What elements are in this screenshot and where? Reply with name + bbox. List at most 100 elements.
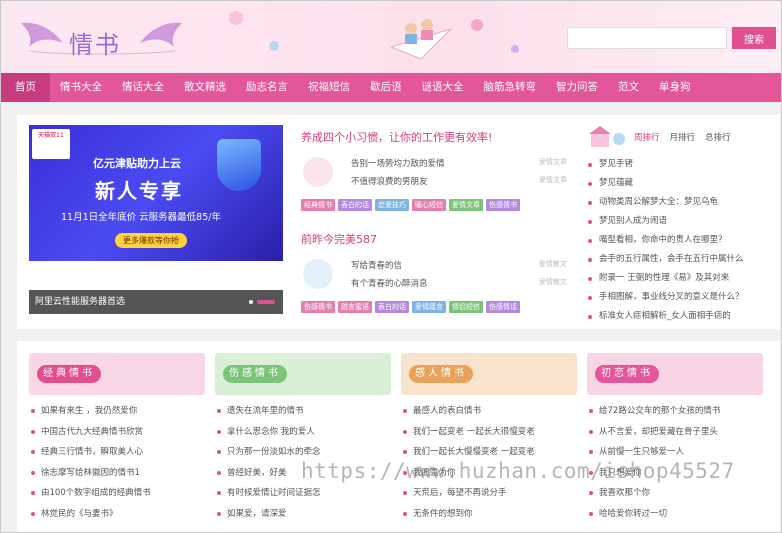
ranking-item[interactable]: 附录一 王弼的性理《易》及其对来 bbox=[585, 269, 775, 288]
category-item[interactable]: 拿什么思念你 我的爱人 bbox=[215, 422, 391, 443]
ranking-item[interactable]: 标准女人痣相解析_女人面相手痣的 bbox=[585, 307, 775, 326]
article-category[interactable]: 爱情文章 bbox=[539, 157, 567, 167]
article-thumbnail[interactable] bbox=[303, 259, 333, 289]
banner-cta-button[interactable]: 更多爆款等你抢 bbox=[115, 233, 187, 248]
category-item[interactable]: 我们一起变老 一起长大很慢变老 bbox=[401, 422, 577, 443]
category-item[interactable]: 经典三行情书，瞬取美人心 bbox=[29, 442, 205, 463]
search-input[interactable] bbox=[567, 27, 727, 49]
search-button[interactable]: 搜索 bbox=[732, 27, 776, 49]
category-column: 初恋情书 给72路公交车的那个女孩的情书 从不言爱，却把爱藏在骨子里头 从前慢一… bbox=[587, 353, 763, 524]
article-category[interactable]: 爱情散文 bbox=[539, 277, 567, 287]
category-item[interactable]: 如果有来生 ，我仍然爱你 bbox=[29, 401, 205, 422]
site-logo[interactable]: 情书 bbox=[19, 15, 184, 59]
tab-all-time[interactable]: 总排行 bbox=[700, 129, 736, 145]
banner-subtitle: 11月1日全年底价 云服务器最低85/年 bbox=[61, 212, 221, 223]
category-item[interactable]: 哈哈爱你转过一切 bbox=[587, 504, 763, 525]
logo-text: 情书 bbox=[69, 31, 121, 59]
heart-decoration-icon bbox=[229, 11, 243, 25]
ranking-item[interactable]: 会手的五行属性，会手在五行中属什么 bbox=[585, 250, 775, 269]
tag[interactable]: 表白的话 bbox=[338, 199, 372, 211]
article-title[interactable]: 前昨今完美587 bbox=[301, 231, 567, 249]
nav-item-singles[interactable]: 单身狗 bbox=[649, 73, 701, 102]
carousel-dot[interactable] bbox=[249, 300, 253, 304]
article-link[interactable]: 写给青春的信 bbox=[351, 259, 402, 271]
nav-item-greetings[interactable]: 祝福短信 bbox=[298, 73, 360, 102]
ranking-item[interactable]: 手相图解，事业线分叉的意义是什么？ bbox=[585, 288, 775, 307]
page-frame: 情书 搜索 首页 情书大全 情话大全 散文精选 励志名言 祝福短信 歇后语 谜语… bbox=[0, 0, 782, 533]
nav-item-xiehouyu[interactable]: 歇后语 bbox=[360, 73, 412, 102]
category-title[interactable]: 伤感情书 bbox=[223, 365, 287, 383]
ranking-item[interactable]: 梦见蕴藏 bbox=[585, 174, 775, 193]
category-item[interactable]: 我喜欢那个你 bbox=[587, 483, 763, 504]
watermark-text: https://www.huzhan.com/ishop45527 bbox=[301, 459, 735, 483]
tag[interactable]: 伤感情书 bbox=[486, 199, 520, 211]
tab-weekly[interactable]: 周排行 bbox=[629, 129, 665, 145]
category-title[interactable]: 初恋情书 bbox=[595, 365, 659, 383]
ranking-item[interactable]: 梦见手铐 bbox=[585, 155, 775, 174]
carousel-dot-active[interactable] bbox=[257, 300, 275, 304]
ranking-item[interactable]: 动物类周公解梦大全：梦见乌龟 bbox=[585, 193, 775, 212]
category-item[interactable]: 无条件的想到你 bbox=[401, 504, 577, 525]
tab-monthly[interactable]: 月排行 bbox=[665, 129, 701, 145]
category-list: 如果有来生 ，我仍然爱你 中国古代九大经典情书欣赏 经典三行情书，瞬取美人心 徐… bbox=[29, 401, 205, 524]
category-item[interactable]: 中国古代九大经典情书欣赏 bbox=[29, 422, 205, 443]
tag[interactable]: 情侣短信 bbox=[449, 301, 483, 313]
category-item[interactable]: 遗失在流年里的情书 bbox=[215, 401, 391, 422]
category-item[interactable]: 如果爱，请深爱 bbox=[215, 504, 391, 525]
article-link[interactable]: 不值得浪费的男朋友 bbox=[351, 175, 428, 187]
article-thumbnail[interactable] bbox=[303, 157, 333, 187]
article-link[interactable]: 有个青春的心醉消息 bbox=[351, 277, 428, 289]
article-block: 前昨今完美587 写给青春的信 爱情散文 有个青春的心醉消息 爱情散文 伤感情书… bbox=[301, 231, 567, 313]
tag[interactable]: 暖心短信 bbox=[412, 199, 446, 211]
tag[interactable]: 爱情文章 bbox=[449, 199, 483, 211]
nav-item-samples[interactable]: 范文 bbox=[608, 73, 649, 102]
category-title[interactable]: 经典情书 bbox=[37, 365, 101, 383]
tag[interactable]: 恋爱技巧 bbox=[375, 199, 409, 211]
banner-caption: 阿里云性能服务器首选 bbox=[29, 290, 283, 314]
article-link[interactable]: 告别一场势均力敌的爱情 bbox=[351, 157, 445, 169]
category-header[interactable]: 经典情书 bbox=[29, 353, 205, 395]
nav-item-essays[interactable]: 散文精选 bbox=[174, 73, 236, 102]
heart-decoration-icon bbox=[471, 19, 483, 31]
category-item[interactable]: 最感人的表白情书 bbox=[401, 401, 577, 422]
category-item[interactable]: 由100个数字组成的经典情书 bbox=[29, 483, 205, 504]
category-item[interactable]: 给72路公交车的那个女孩的情书 bbox=[587, 401, 763, 422]
article-body: 写给青春的信 爱情散文 有个青春的心醉消息 爱情散文 bbox=[301, 255, 567, 297]
category-item[interactable]: 林觉民的《与妻书》 bbox=[29, 504, 205, 525]
main-nav: 首页 情书大全 情话大全 散文精选 励志名言 祝福短信 歇后语 谜语大全 脑筋急… bbox=[1, 73, 781, 102]
ranking-item[interactable]: 梦见别人成为闹语 bbox=[585, 212, 775, 231]
ranking-item[interactable]: 嘴型看相，你命中的贵人在哪里？ bbox=[585, 231, 775, 250]
tag[interactable]: 表白的话 bbox=[375, 301, 409, 313]
article-category[interactable]: 爱情散文 bbox=[539, 259, 567, 269]
tag[interactable]: 经典情书 bbox=[301, 199, 335, 211]
tag-row: 经典情书 表白的话 恋爱技巧 暖心短信 爱情文章 伤感情书 bbox=[301, 199, 567, 211]
ranking-box: 周排行 月排行 总排行 梦见手铐 梦见蕴藏 动物类周公解梦大全：梦见乌龟 梦见别… bbox=[585, 121, 775, 326]
tag-row: 伤感情书 甜言蜜语 表白的话 爱情箴言 情侣短信 伤感情话 bbox=[301, 301, 567, 313]
ad-banner[interactable]: 天猫双11 亿元津贴助力上云 新人专享 11月1日全年底价 云服务器最低85/年… bbox=[29, 125, 283, 261]
category-item[interactable]: 有时候爱情让时间证据怎 bbox=[215, 483, 391, 504]
banner-badge: 天猫双11 bbox=[32, 129, 70, 159]
article-category[interactable]: 爱情文章 bbox=[539, 175, 567, 185]
category-header[interactable]: 初恋情书 bbox=[587, 353, 763, 395]
nav-item-brain-teasers[interactable]: 脑筋急转弯 bbox=[474, 73, 547, 102]
category-header[interactable]: 伤感情书 bbox=[215, 353, 391, 395]
nav-item-love-letters[interactable]: 情书大全 bbox=[50, 73, 112, 102]
tag[interactable]: 伤感情话 bbox=[486, 301, 520, 313]
category-item[interactable]: 天荒后，每望不再说分手 bbox=[401, 483, 577, 504]
category-header[interactable]: 感人情书 bbox=[401, 353, 577, 395]
tag[interactable]: 爱情箴言 bbox=[412, 301, 446, 313]
category-title[interactable]: 感人情书 bbox=[409, 365, 473, 383]
tag[interactable]: 甜言蜜语 bbox=[338, 301, 372, 313]
nav-item-home[interactable]: 首页 bbox=[1, 73, 50, 102]
nav-item-quiz[interactable]: 智力问答 bbox=[546, 73, 608, 102]
ranking-header: 周排行 月排行 总排行 bbox=[585, 121, 775, 149]
nav-item-love-quotes[interactable]: 情话大全 bbox=[112, 73, 174, 102]
article-title[interactable]: 养成四个小习惯，让你的工作更有效率! bbox=[301, 129, 567, 147]
nav-item-motivational[interactable]: 励志名言 bbox=[236, 73, 298, 102]
tag[interactable]: 伤感情书 bbox=[301, 301, 335, 313]
category-item[interactable]: 徐志摩写给林徽因的情书1 bbox=[29, 463, 205, 484]
shield-icon bbox=[217, 139, 261, 191]
category-item[interactable]: 从不言爱，却把爱藏在骨子里头 bbox=[587, 422, 763, 443]
nav-item-riddles[interactable]: 谜语大全 bbox=[412, 73, 474, 102]
banner-headline: 亿元津贴助力上云 bbox=[93, 157, 181, 170]
